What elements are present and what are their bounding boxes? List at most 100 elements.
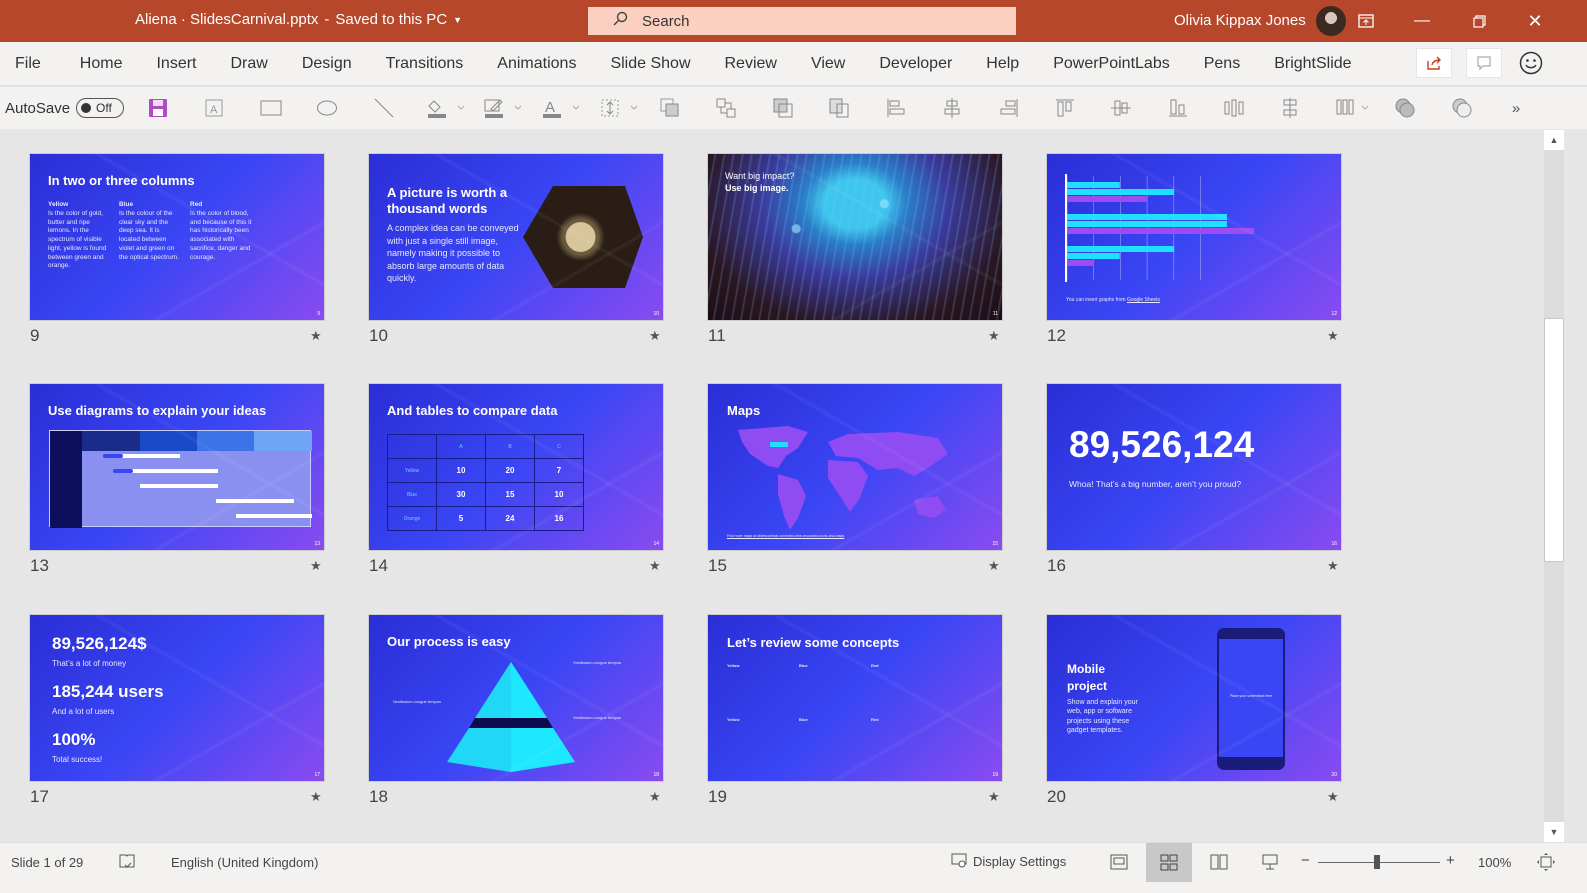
tab-view[interactable]: View [794,55,862,73]
distribute-vertically-button[interactable] [1278,96,1302,120]
shape-fill-button[interactable] [424,96,468,120]
tab-design[interactable]: Design [285,55,369,73]
group-button[interactable] [714,96,738,120]
scroll-up-button[interactable]: ▲ [1544,130,1564,150]
animation-star-icon[interactable]: ★ [310,328,322,344]
normal-view-button[interactable] [1110,853,1128,874]
language-indicator[interactable]: English (United Kingdom) [171,855,318,870]
search-box[interactable]: Search [588,7,1016,35]
animation-star-icon[interactable]: ★ [649,328,661,344]
tab-animations[interactable]: Animations [480,55,593,73]
animation-star-icon[interactable]: ★ [988,558,1000,574]
slide-thumbnail-14[interactable]: And tables to compare data ABC Yellow 10 2… [368,383,664,551]
slide-sorter-view-button[interactable] [1146,843,1192,883]
slide-thumbnail-17[interactable]: 89,526,124$ That’s a lot of money 185,24… [29,614,325,782]
align-right-button[interactable] [997,96,1021,120]
save-button[interactable] [146,96,170,120]
slide-thumbnail-9[interactable]: In two or three columns Yellow Is the col… [29,153,325,321]
autosave-toggle[interactable]: AutoSave Off [5,98,125,118]
vertical-scrollbar[interactable]: ▲ ▼ [1544,130,1564,842]
shape-outline-button[interactable] [481,96,525,120]
columns-button[interactable] [1333,96,1373,120]
tab-help[interactable]: Help [969,55,1036,73]
slide-thumbnail-18[interactable]: Our process is easy Vestibulum congue te… [368,614,664,782]
tab-slide-show[interactable]: Slide Show [593,55,707,73]
intersect-shapes-button[interactable] [1450,96,1474,120]
tab-brightslide[interactable]: BrightSlide [1257,55,1368,73]
bar [1067,246,1175,252]
animation-star-icon[interactable]: ★ [310,558,322,574]
align-right-icon [1000,99,1018,117]
ribbon-display-options-button[interactable] [1352,8,1380,34]
tab-developer[interactable]: Developer [862,55,969,73]
share-button[interactable] [1416,48,1452,78]
zoom-level[interactable]: 100% [1478,855,1511,870]
accessibility-checker-button[interactable] [118,853,136,874]
size-position-button[interactable] [597,96,641,120]
animation-star-icon[interactable]: ★ [1327,558,1339,574]
display-settings-button[interactable]: Display Settings [951,853,1066,869]
send-backward-button[interactable] [771,96,795,120]
animation-star-icon[interactable]: ★ [649,558,661,574]
close-button[interactable]: ✕ [1521,8,1549,34]
zoom-slider-thumb[interactable] [1374,855,1380,869]
tab-transitions[interactable]: Transitions [369,55,481,73]
animation-star-icon[interactable]: ★ [310,789,322,805]
svg-text:A: A [545,99,555,116]
minimize-button[interactable]: — [1408,8,1436,34]
slide-thumbnail-10[interactable]: A picture is worth a thousand words A co… [368,153,664,321]
slide-show-button[interactable] [1261,853,1279,874]
tab-powerpointlabs[interactable]: PowerPointLabs [1036,55,1187,73]
autosave-switch[interactable]: Off [76,98,125,118]
reading-view-button[interactable] [1210,853,1228,874]
slide-thumbnail-16[interactable]: 89,526,124 Whoa! That’s a big number, ar… [1046,383,1342,551]
slide-thumbnail-13[interactable]: Use diagrams to explain your ideas 13 [29,383,325,551]
zoom-out-button[interactable]: − [1301,852,1310,869]
text-box-button[interactable]: A [202,96,226,120]
comparison-table: ABC Yellow 10 20 7 Blue 30 15 10 Orange 5 24 16 [387,434,584,531]
slide-thumbnail-12[interactable]: You can insert graphs from Google Sheets… [1046,153,1342,321]
tab-pens[interactable]: Pens [1187,55,1257,73]
document-title[interactable]: Aliena · SlidesCarnival.pptx - Saved to … [135,11,462,28]
align-center-button[interactable] [940,96,964,120]
align-middle-button[interactable] [1109,96,1133,120]
tab-draw[interactable]: Draw [213,55,284,73]
align-bottom-button[interactable] [1166,96,1190,120]
merge-shapes-button[interactable] [1393,96,1417,120]
toolbar-overflow-button[interactable]: » [1504,96,1528,120]
slide-thumbnail-19[interactable]: Let’s review some concepts Yellow Blue R… [707,614,1003,782]
rectangle-button[interactable] [259,96,283,120]
slide-thumbnail-15[interactable]: Maps Find more maps at slidescarnival.co… [707,383,1003,551]
tab-review[interactable]: Review [708,55,794,73]
arrange-button[interactable] [827,96,851,120]
zoom-slider[interactable] [1318,855,1440,869]
tab-file[interactable]: File [0,55,63,73]
avatar[interactable] [1316,6,1346,36]
feedback-smiley-button[interactable] [1518,50,1544,81]
animation-star-icon[interactable]: ★ [1327,789,1339,805]
animation-star-icon[interactable]: ★ [1327,328,1339,344]
google-sheets-link[interactable]: Google Sheets [1127,297,1160,303]
search-icon [612,11,628,31]
align-top-button[interactable] [1053,96,1077,120]
user-name[interactable]: Olivia Kippax Jones [1174,12,1306,29]
slide-thumbnail-11[interactable]: Want big impact? Use big image. 11 [707,153,1003,321]
scroll-down-button[interactable]: ▼ [1544,822,1564,842]
line-button[interactable] [372,96,396,120]
comments-button[interactable] [1466,48,1502,78]
font-color-button[interactable]: A [539,96,583,120]
distribute-horizontally-button[interactable] [1222,96,1246,120]
zoom-in-button[interactable]: + [1446,852,1455,869]
fit-to-window-button[interactable] [1536,852,1556,875]
animation-star-icon[interactable]: ★ [988,789,1000,805]
slide-thumbnail-20[interactable]: Mobile project Show and explain your web… [1046,614,1342,782]
tab-home[interactable]: Home [63,55,140,73]
oval-button[interactable] [315,96,339,120]
scrollbar-thumb[interactable] [1544,318,1564,562]
animation-star-icon[interactable]: ★ [988,328,1000,344]
restore-button[interactable] [1465,8,1493,34]
tab-insert[interactable]: Insert [139,55,213,73]
animation-star-icon[interactable]: ★ [649,789,661,805]
align-left-button[interactable] [884,96,908,120]
bring-forward-button[interactable] [658,96,682,120]
